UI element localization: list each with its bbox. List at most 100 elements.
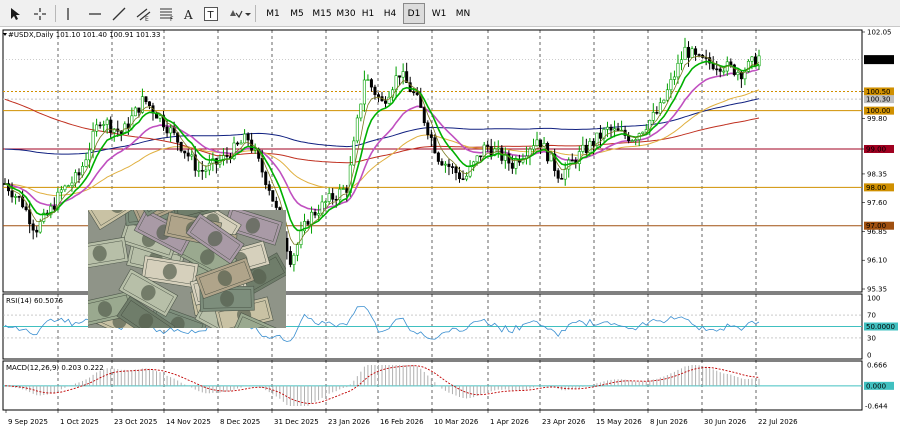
candle-body [683, 46, 687, 61]
candle-body [447, 163, 451, 167]
cursor-tool-button[interactable] [5, 3, 25, 24]
candle-body [73, 172, 77, 184]
candle-body [750, 56, 754, 62]
candle-body [81, 165, 85, 176]
candle-body [165, 126, 169, 134]
rsi-axis-label: 0 [867, 352, 871, 360]
time-axis-label: 9 Sep 2025 [8, 418, 48, 426]
banknotes-picture [88, 210, 286, 328]
candle-body [362, 79, 366, 105]
fibonacci-tool-button[interactable]: F [158, 3, 176, 24]
timeframe-m15-button[interactable]: M15 [310, 3, 334, 24]
candle-body [412, 91, 416, 94]
candle-body [422, 107, 426, 124]
candle-body [584, 144, 588, 154]
svg-text:F: F [170, 16, 174, 21]
candle-body [236, 142, 240, 145]
candle-body [239, 142, 243, 145]
price-level-badge-label: 100.30 [866, 96, 891, 104]
candle-body [310, 211, 314, 225]
candle-body [10, 190, 14, 198]
time-axis-label: 23 Jan 2026 [328, 418, 371, 426]
time-axis-label: 23 Apr 2026 [542, 418, 586, 426]
candle-body [88, 149, 92, 161]
timeframe-m5-button[interactable]: M5 [286, 3, 308, 24]
candle-body [465, 175, 469, 180]
candle-body [676, 62, 680, 78]
timeframe-h1-button[interactable]: H1 [358, 3, 378, 24]
rsi-label: RSI(14) 60.5076 [6, 297, 63, 305]
candle-body [207, 162, 211, 171]
crosshair-icon [33, 7, 47, 21]
moving-average-green-line [4, 60, 760, 232]
candle-body [98, 124, 102, 127]
candle-body [570, 159, 574, 162]
timeframe-w1-button[interactable]: W1 [428, 3, 450, 24]
candle-body [687, 46, 691, 58]
candle-body [274, 200, 278, 208]
time-axis-label: 1 Apr 2026 [490, 418, 529, 426]
candle-body [613, 128, 617, 131]
candle-body [718, 68, 722, 72]
timeframe-h4-button[interactable]: H4 [380, 3, 400, 24]
equidistant-channel-tool-button[interactable]: E [135, 3, 153, 24]
candle-body [84, 159, 88, 167]
candle-body [324, 201, 328, 203]
candle-body [486, 144, 490, 147]
candle-body [655, 111, 659, 114]
text-box-tool-button[interactable]: T [202, 3, 220, 24]
time-axis-label: 16 Feb 2026 [380, 418, 424, 426]
timeframe-m30-button[interactable]: M30 [334, 3, 358, 24]
candle-body [144, 96, 148, 103]
price-axis-label: 95.35 [867, 286, 887, 294]
toolbar-separator [255, 5, 256, 22]
candle-body [288, 251, 292, 265]
rsi-axis-label: 100 [867, 295, 880, 303]
candle-body [186, 152, 190, 157]
time-axis-label: 15 May 2026 [596, 418, 642, 426]
svg-text:A: A [183, 8, 193, 21]
time-axis-label: 14 Nov 2025 [166, 418, 211, 426]
text-label-icon: A [182, 7, 196, 21]
trendline-tool-button[interactable] [110, 3, 128, 24]
candle-body [352, 140, 356, 166]
cursor-icon [9, 7, 21, 21]
candle-body [31, 223, 35, 231]
time-axis-label: 8 Dec 2025 [220, 418, 260, 426]
candle-body [436, 152, 440, 162]
time-axis-label: 8 Jun 2026 [650, 418, 688, 426]
candle-body [91, 130, 95, 151]
candle-body [479, 155, 483, 158]
chart-window[interactable]: #USDX,Daily 101.10 101.40 100.91 101.33 1… [0, 27, 900, 429]
candle-body [317, 213, 321, 216]
candle-body [669, 79, 673, 91]
text-label-tool-button[interactable]: A [180, 3, 198, 24]
candle-body [443, 163, 447, 166]
candle-body [665, 89, 669, 101]
timeframe-m1-button[interactable]: M1 [262, 3, 284, 24]
candle-body [28, 209, 32, 225]
crosshair-tool-button[interactable] [30, 3, 50, 24]
timeframe-mn-button[interactable]: MN [452, 3, 474, 24]
current-price-label: 101.33 [866, 56, 891, 64]
candle-body [662, 99, 666, 104]
vertical-line-tool-button[interactable] [61, 3, 75, 24]
candle-body [722, 70, 726, 73]
time-axis-label: 22 Jul 2026 [758, 418, 798, 426]
time-axis-label: 1 Oct 2025 [60, 418, 99, 426]
candle-body [253, 148, 257, 151]
candle-body [133, 107, 137, 117]
timeframe-d1-button[interactable]: D1 [403, 3, 425, 24]
candle-body [35, 229, 39, 233]
macd-axis-label: 0.666 [867, 362, 888, 370]
candle-body [179, 141, 183, 152]
horizontal-line-tool-button[interactable] [86, 3, 104, 24]
candle-body [510, 162, 514, 169]
shapes-tool-button[interactable] [226, 3, 254, 24]
candle-body [398, 75, 402, 78]
candle-body [556, 170, 560, 179]
candle-body [267, 184, 271, 191]
time-axis-label: 10 Mar 2026 [434, 418, 479, 426]
candle-body [440, 161, 444, 166]
candle-body [369, 79, 373, 88]
